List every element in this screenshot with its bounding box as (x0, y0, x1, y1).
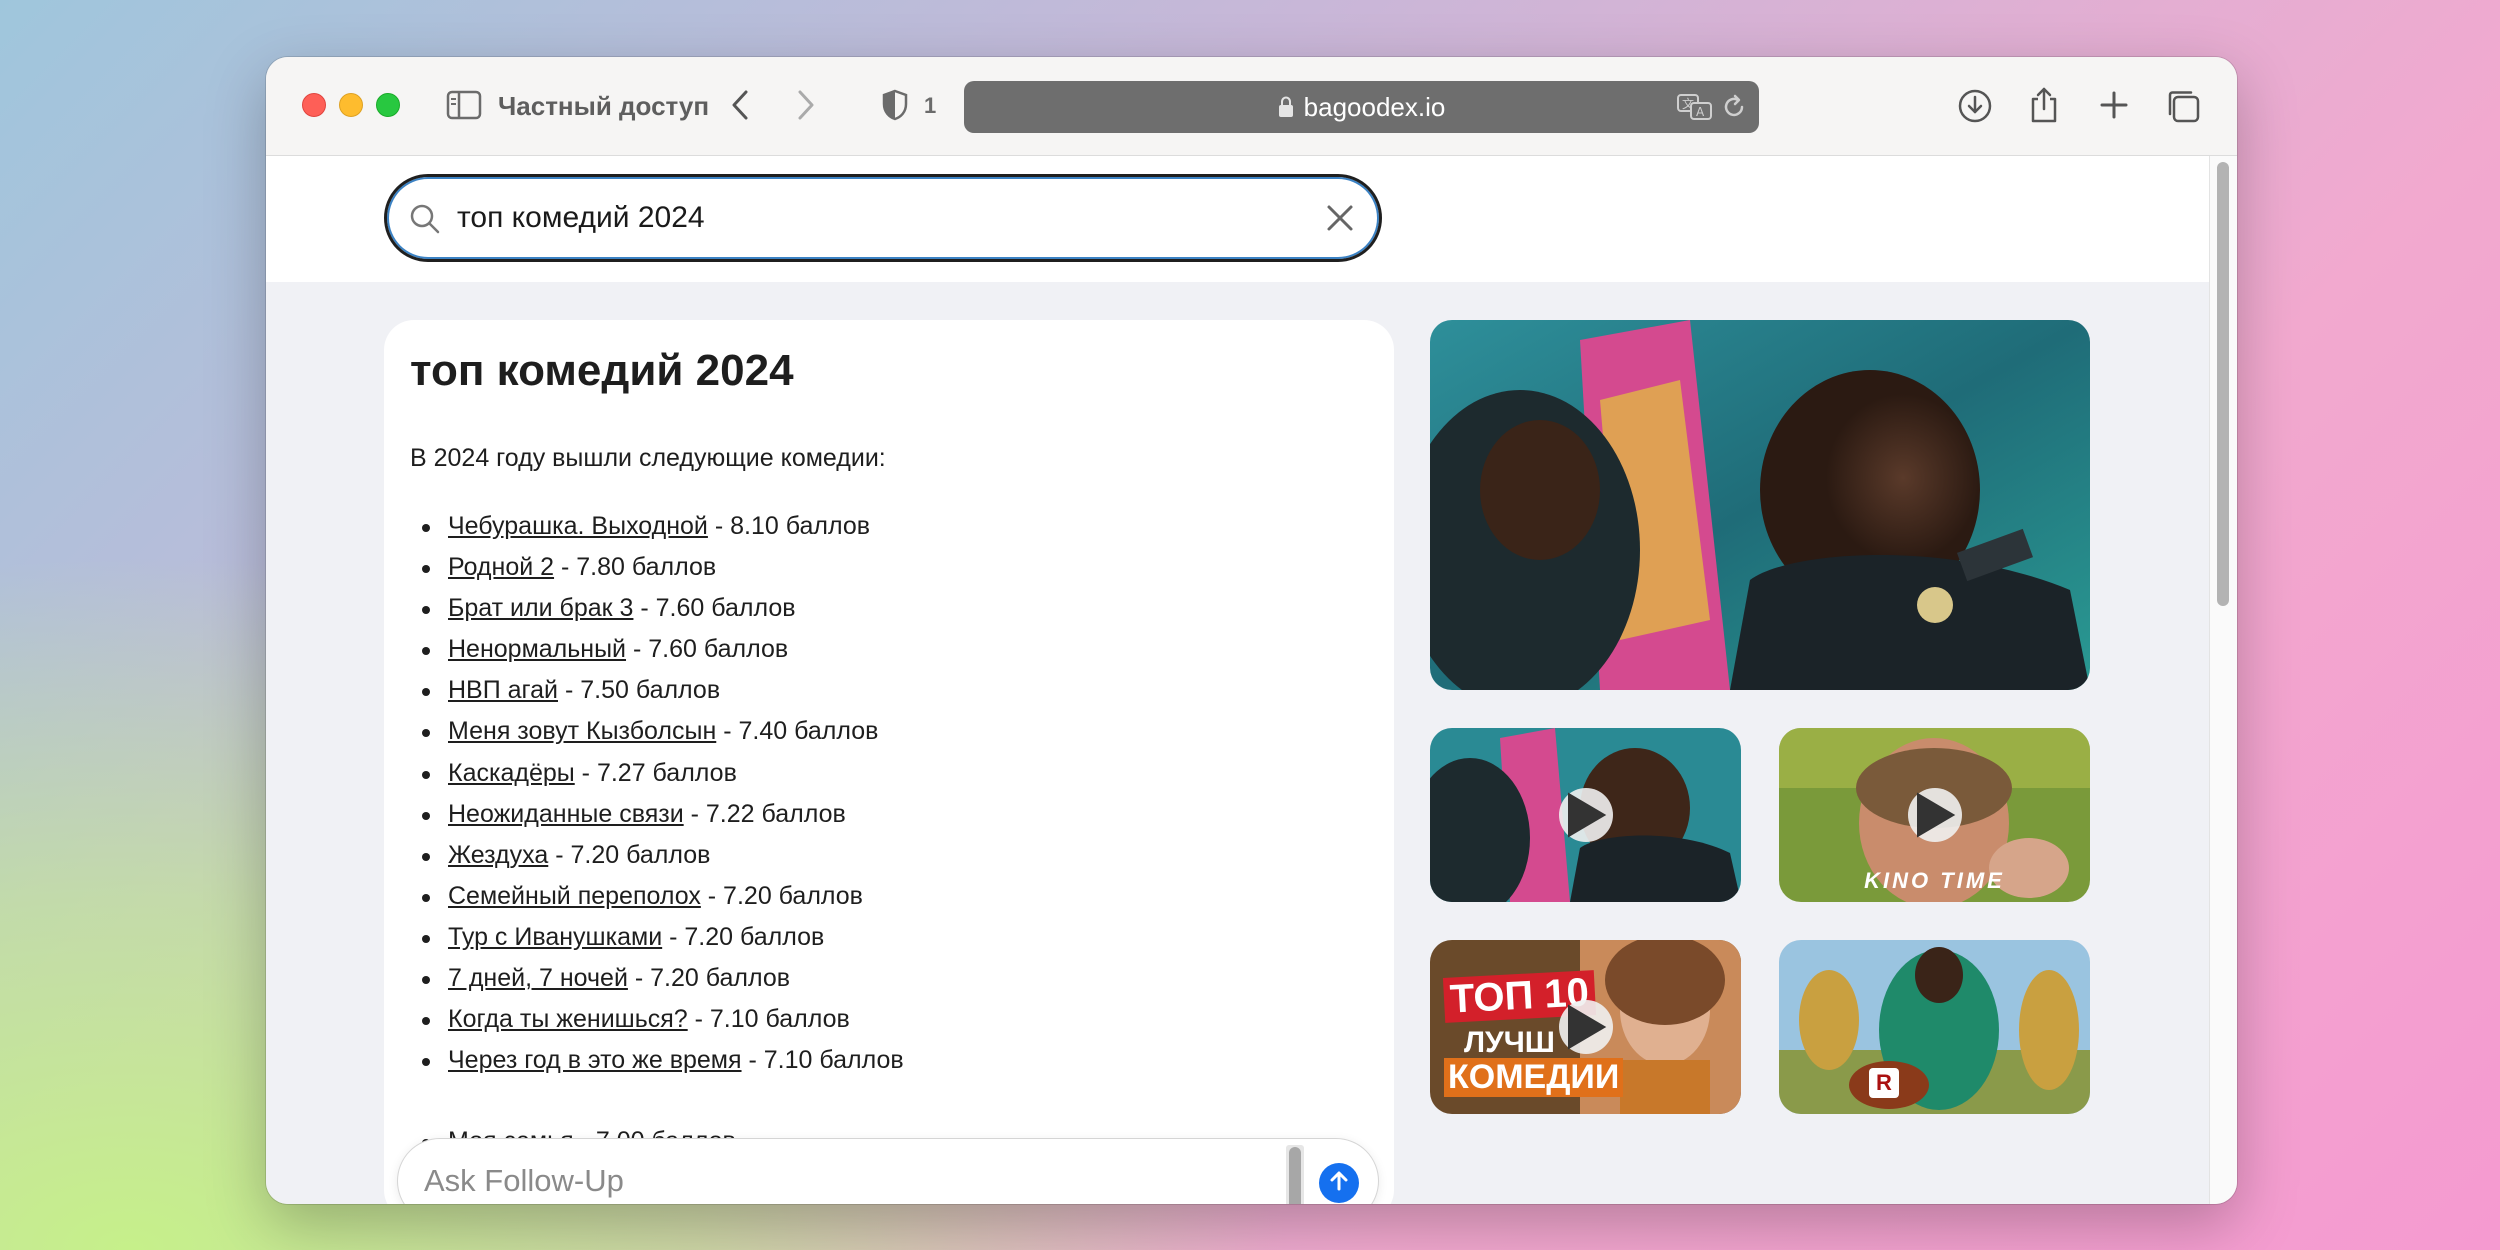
list-item: Жездуха - 7.20 баллов (422, 835, 904, 876)
movie-link[interactable]: Брат или брак 3 (448, 594, 633, 622)
follow-up-box (397, 1138, 1379, 1204)
minimize-window-button[interactable] (339, 93, 363, 117)
movie-rating: - 7.20 баллов (548, 840, 711, 869)
thumbnail-caption: KINO TIME (1864, 868, 2005, 893)
list-item: Чебурашка. Выходной - 8.10 баллов (422, 506, 904, 547)
svg-text:A: A (1696, 105, 1705, 119)
forward-icon[interactable] (791, 87, 821, 123)
answer-title: топ комедий 2024 (410, 346, 794, 395)
video-thumbnail[interactable]: KINO TIME (1779, 728, 2090, 902)
list-item: Через год в это же время - 7.10 баллов (422, 1040, 904, 1081)
list-item: Каскадёры - 7.27 баллов (422, 753, 904, 794)
play-icon[interactable] (1558, 1000, 1613, 1054)
play-icon[interactable] (1907, 788, 1962, 842)
list-item: Меня зовут Кызболсын - 7.40 баллов (422, 711, 904, 752)
list-item: Тур с Иванушками - 7.20 баллов (422, 917, 904, 958)
list-item: Семейный переполох - 7.20 баллов (422, 876, 904, 917)
address-bar[interactable]: bagoodex.io 文A (964, 81, 1759, 133)
movie-rating: - 7.10 баллов (687, 1005, 850, 1034)
movie-rating: - 7.60 баллов (626, 635, 789, 664)
share-icon[interactable] (2026, 85, 2062, 125)
movie-rating: - 7.10 баллов (741, 1046, 904, 1075)
privacy-shield-icon[interactable] (880, 87, 910, 123)
list-item: Когда ты женишься? - 7.10 баллов (422, 999, 904, 1040)
tracker-count: 1 (924, 93, 937, 118)
movie-link[interactable]: Тур с Иванушками (448, 923, 662, 951)
movie-link[interactable]: Семейный переполох (448, 882, 701, 910)
follow-up-scrollbar[interactable] (1286, 1145, 1304, 1204)
movie-rating: - 7.60 баллов (633, 594, 796, 623)
play-icon[interactable] (1558, 788, 1613, 842)
movie-link[interactable]: Неожиданные связи (448, 800, 684, 828)
movie-rating: - 7.22 баллов (683, 799, 846, 828)
answer-card: топ комедий 2024 В 2024 году вышли следу… (384, 320, 1394, 1204)
list-item: Неожиданные связи - 7.22 баллов (422, 794, 904, 835)
url-text: bagoodex.io (1303, 91, 1446, 122)
movie-rating: - 7.40 баллов (716, 717, 879, 746)
video-thumbnail[interactable]: ТОП 10 ЛУЧШ КОМЕДИИ (1430, 940, 1741, 1114)
movie-link[interactable]: Через год в это же время (448, 1046, 742, 1074)
arrow-up-icon (1327, 1169, 1351, 1198)
featured-image[interactable] (1430, 320, 2090, 690)
page-content: топ комедий 2024 топ комедий 2024 В 2024… (266, 156, 2209, 1204)
movie-rating: - 7.27 баллов (574, 758, 737, 787)
new-tab-icon[interactable] (2096, 87, 2132, 123)
search-icon (409, 203, 441, 240)
lock-icon (1278, 96, 1294, 118)
close-window-button[interactable] (302, 93, 326, 117)
movie-link[interactable]: Родной 2 (448, 553, 554, 581)
movie-link[interactable]: Жездуха (448, 841, 548, 869)
search-input[interactable]: топ комедий 2024 (457, 201, 705, 235)
private-browsing-label[interactable]: Частный доступ (498, 91, 709, 122)
answer-intro: В 2024 году вышли следующие комедии: (410, 444, 886, 472)
follow-up-input[interactable] (424, 1161, 1254, 1201)
movie-link[interactable]: Меня зовут Кызболсын (448, 717, 716, 745)
movie-rating: - 7.20 баллов (700, 881, 863, 910)
page-scrollbar[interactable] (2209, 156, 2237, 1204)
list-item: НВП агай - 7.50 баллов (422, 670, 904, 711)
back-icon[interactable] (725, 87, 755, 123)
movie-link[interactable]: Когда ты женишься? (448, 1005, 688, 1033)
movie-rating: - 7.20 баллов (662, 922, 825, 951)
comedy-list: Чебурашка. Выходной - 8.10 баллов Родной… (422, 506, 904, 1081)
movie-link[interactable]: Каскадёры (448, 759, 575, 787)
download-icon[interactable] (1956, 87, 1994, 125)
movie-link[interactable]: 7 дней, 7 ночей (448, 964, 628, 992)
sidebar-toggle-icon[interactable] (446, 89, 482, 121)
tab-overview-icon[interactable] (2164, 87, 2202, 125)
translate-icon[interactable]: 文A (1677, 93, 1713, 126)
list-item: Родной 2 - 7.80 баллов (422, 547, 904, 588)
movie-rating: - 7.20 баллов (627, 964, 791, 993)
list-item: Брат или брак 3 - 7.60 баллов (422, 588, 904, 629)
reload-icon[interactable] (1721, 93, 1747, 126)
video-thumbnail[interactable] (1430, 728, 1741, 902)
clear-search-icon[interactable] (1325, 203, 1355, 238)
movie-rating: - 7.80 баллов (554, 553, 717, 582)
movie-link[interactable]: Чебурашка. Выходной (448, 512, 708, 540)
rating-badge: R (1869, 1068, 1899, 1098)
thumbnail-title: КОМЕДИИ (1444, 1058, 1624, 1097)
movie-link[interactable]: Ненормальный (448, 635, 626, 663)
send-button[interactable] (1319, 1163, 1359, 1203)
search-header: топ комедий 2024 (266, 156, 2209, 282)
list-item: 7 дней, 7 ночей - 7.20 баллов (422, 958, 904, 999)
movie-rating: - 8.10 баллов (707, 512, 871, 540)
thumbnail-title: ЛУЧШ (1464, 1026, 1555, 1059)
zoom-window-button[interactable] (376, 93, 400, 117)
search-box[interactable]: топ комедий 2024 (384, 174, 1382, 262)
video-thumbnail[interactable]: R (1779, 940, 2090, 1114)
browser-toolbar: Частный доступ 1 bagoodex.io 文A (266, 57, 2237, 156)
movie-rating: - 7.50 баллов (558, 676, 721, 705)
list-item: Ненормальный - 7.60 баллов (422, 629, 904, 670)
browser-window: Частный доступ 1 bagoodex.io 文A топ коме… (266, 57, 2237, 1204)
movie-link[interactable]: НВП агай (448, 676, 558, 704)
